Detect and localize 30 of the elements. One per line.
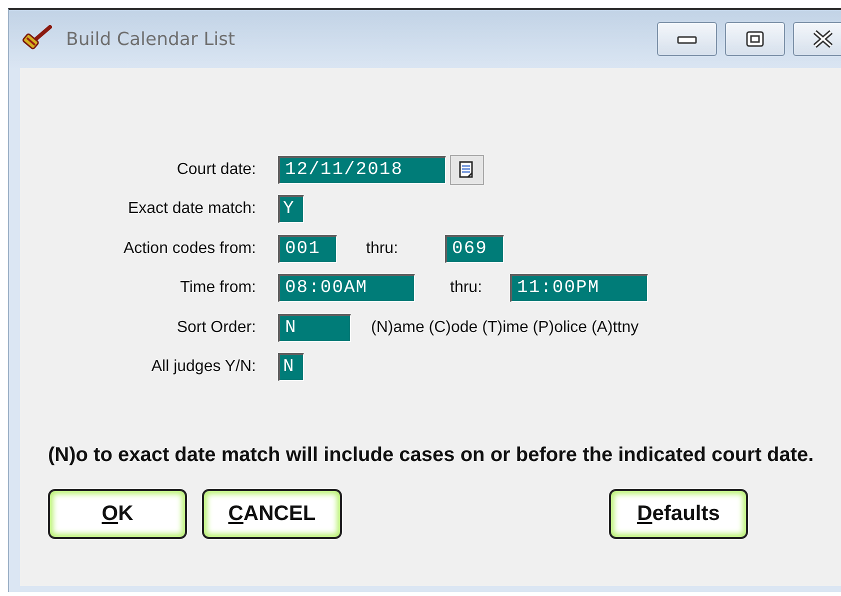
maximize-button[interactable]: [725, 22, 785, 56]
window-title: Build Calendar List: [66, 28, 236, 50]
input-field[interactable]: 12/11/2018: [278, 156, 446, 184]
dialog-button[interactable]: Defaults: [609, 489, 748, 539]
field-label: Time from:: [179, 279, 256, 298]
input-field[interactable]: N: [278, 314, 351, 342]
input-field[interactable]: 001: [278, 234, 337, 263]
field-label: thru:: [366, 240, 398, 258]
calendar-button[interactable]: [450, 154, 484, 185]
info-message: (N)o to exact date match will include cases on or before the indicated court date.: [48, 443, 815, 468]
field-label: thru:: [450, 279, 482, 298]
hint-text: (N)ame (C)ode (T)ime (P)olice (A)ttny: [371, 318, 639, 337]
field-label: Court date:: [176, 160, 256, 179]
dialog-button[interactable]: OK: [48, 489, 187, 539]
minimize-button[interactable]: [657, 22, 717, 56]
input-field[interactable]: N: [278, 353, 304, 382]
field-label: All judges Y/N:: [150, 358, 256, 376]
input-field[interactable]: 11:00PM: [510, 274, 648, 302]
dialog-button[interactable]: CANCEL: [202, 489, 342, 539]
calendar-icon: [459, 160, 475, 179]
close-icon: [812, 30, 834, 48]
minimize-icon: [677, 34, 697, 44]
close-button[interactable]: [793, 22, 841, 56]
field-label: Action codes from:: [122, 240, 256, 258]
field-label: Sort Order:: [176, 318, 256, 337]
maximize-icon: [746, 31, 764, 47]
field-label: Exact date match:: [126, 200, 256, 218]
input-field[interactable]: Y: [278, 195, 304, 224]
input-field[interactable]: 069: [445, 234, 504, 263]
input-field[interactable]: 08:00AM: [278, 274, 415, 302]
